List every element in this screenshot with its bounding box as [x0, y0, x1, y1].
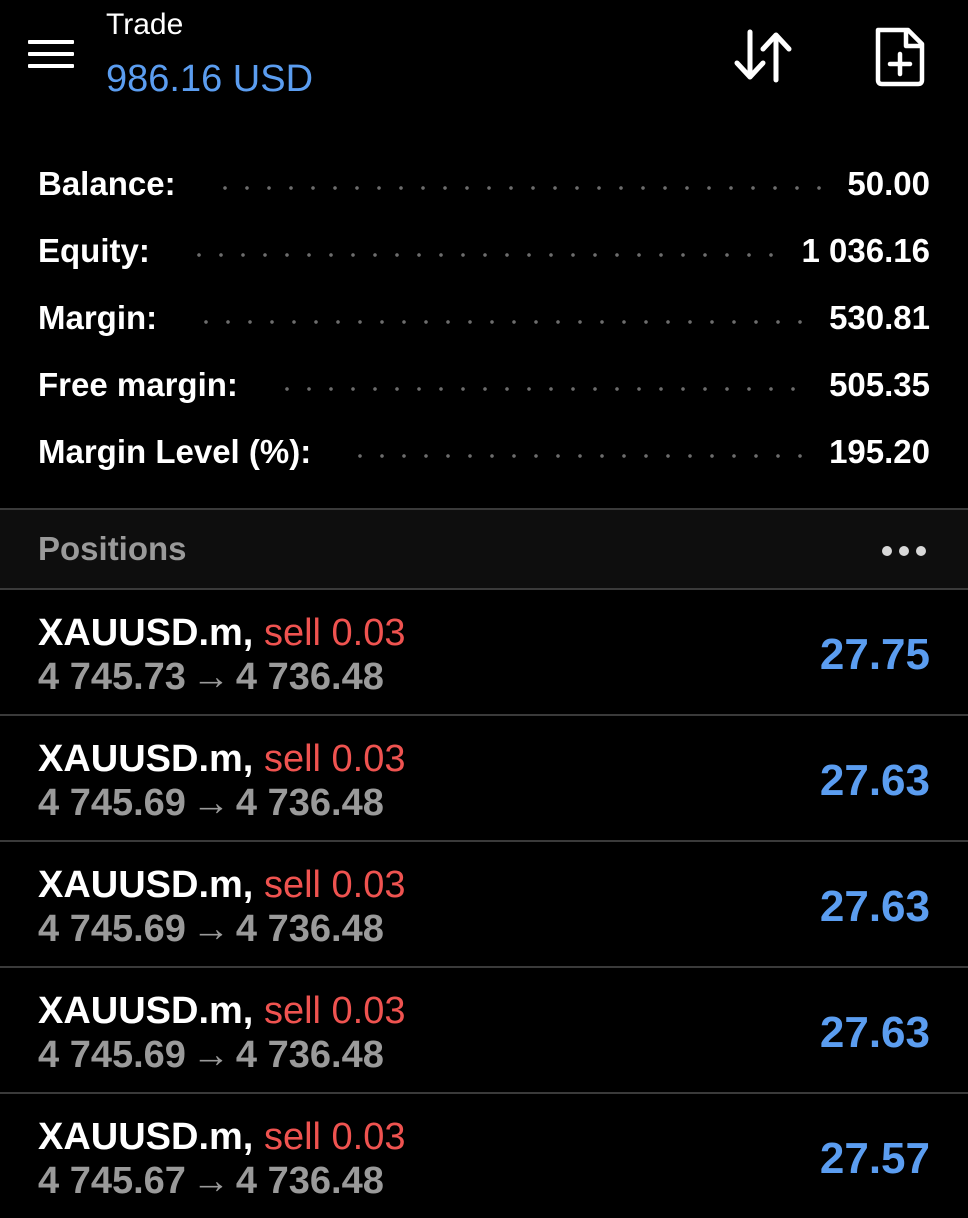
position-title-line: XAUUSD.m, sell 0.03	[38, 736, 405, 782]
position-price-line: 4 745.67 → 4 736.48	[38, 1158, 384, 1204]
summary-value: 505.35	[829, 365, 930, 403]
position-price-line: 4 745.73 → 4 736.48	[38, 654, 384, 700]
dotted-leader	[187, 252, 776, 257]
position-row[interactable]: XAUUSD.m, sell 0.03 4 745.67 → 4 736.48 27…	[0, 1092, 968, 1218]
position-profit: 27.75	[819, 630, 930, 679]
position-row[interactable]: XAUUSD.m, sell 0.03 4 745.69 → 4 736.48 27…	[0, 840, 968, 966]
summary-row-margin: Margin: 530.81	[0, 284, 968, 351]
current-price: 4 736.48	[235, 1160, 384, 1202]
summary-label: Margin:	[38, 298, 158, 336]
position-symbol: XAUUSD.m,	[38, 738, 254, 780]
positions-section-header: Positions	[0, 510, 968, 588]
current-price: 4 736.48	[235, 782, 384, 824]
position-profit: 27.57	[819, 1134, 930, 1183]
summary-value: 195.20	[829, 432, 930, 470]
dotted-leader	[195, 319, 804, 324]
document-plus-icon[interactable]	[870, 24, 930, 88]
dotted-leader	[349, 453, 804, 458]
position-title-line: XAUUSD.m, sell 0.03	[38, 862, 405, 908]
summary-value: 50.00	[847, 164, 930, 202]
position-profit: 27.63	[819, 882, 930, 931]
open-price: 4 745.73	[38, 656, 186, 698]
summary-row-margin-level: Margin Level (%): 195.20	[0, 418, 968, 485]
right-arrow-icon: →	[191, 1160, 230, 1202]
position-title-line: XAUUSD.m, sell 0.03	[38, 610, 405, 656]
positions-list: XAUUSD.m, sell 0.03 4 745.73 → 4 736.48 27…	[0, 588, 968, 1218]
positions-title: Positions	[38, 530, 187, 567]
open-price: 4 745.69	[38, 1034, 186, 1076]
position-profit: 27.63	[819, 756, 930, 805]
summary-label: Balance:	[38, 164, 176, 202]
open-price: 4 745.69	[38, 782, 186, 824]
position-symbol: XAUUSD.m,	[38, 612, 254, 654]
summary-value: 1 036.16	[801, 231, 930, 269]
summary-label: Free margin:	[38, 365, 238, 403]
more-dots-icon[interactable]	[882, 538, 930, 562]
position-title-line: XAUUSD.m, sell 0.03	[38, 1114, 405, 1160]
right-arrow-icon: →	[191, 782, 230, 824]
top-app-bar: Trade 986.16 USD	[0, 0, 968, 130]
position-price-line: 4 745.69 → 4 736.48	[38, 780, 384, 826]
position-symbol: XAUUSD.m,	[38, 1116, 254, 1158]
summary-row-balance: Balance: 50.00	[0, 150, 968, 217]
position-side-volume: sell 0.03	[263, 990, 406, 1032]
right-arrow-icon: →	[191, 908, 230, 950]
position-side-volume: sell 0.03	[263, 864, 406, 906]
right-arrow-icon: →	[191, 1034, 230, 1076]
summary-row-equity: Equity: 1 036.16	[0, 217, 968, 284]
account-summary: Balance: 50.00 Equity: 1 036.16 Margin: …	[0, 150, 968, 485]
dotted-leader	[213, 185, 822, 190]
position-side-volume: sell 0.03	[263, 612, 406, 654]
current-price: 4 736.48	[235, 656, 384, 698]
account-balance-display: 986.16 USD	[106, 58, 314, 100]
position-symbol: XAUUSD.m,	[38, 864, 254, 906]
position-price-line: 4 745.69 → 4 736.48	[38, 1032, 384, 1078]
position-title-line: XAUUSD.m, sell 0.03	[38, 988, 405, 1034]
position-row[interactable]: XAUUSD.m, sell 0.03 4 745.69 → 4 736.48 27…	[0, 714, 968, 840]
hamburger-menu-icon[interactable]	[26, 36, 76, 72]
position-row[interactable]: XAUUSD.m, sell 0.03 4 745.69 → 4 736.48 27…	[0, 966, 968, 1092]
current-price: 4 736.48	[235, 1034, 384, 1076]
summary-row-free-margin: Free margin: 505.35	[0, 351, 968, 418]
sort-arrows-icon[interactable]	[730, 26, 796, 86]
position-symbol: XAUUSD.m,	[38, 990, 254, 1032]
summary-value: 530.81	[829, 298, 930, 336]
position-side-volume: sell 0.03	[263, 1116, 406, 1158]
summary-label: Margin Level (%):	[38, 432, 312, 470]
position-price-line: 4 745.69 → 4 736.48	[38, 906, 384, 952]
open-price: 4 745.69	[38, 908, 186, 950]
position-side-volume: sell 0.03	[263, 738, 406, 780]
dotted-leader	[275, 386, 804, 391]
right-arrow-icon: →	[191, 656, 230, 698]
position-row[interactable]: XAUUSD.m, sell 0.03 4 745.73 → 4 736.48 27…	[0, 588, 968, 714]
page-title: Trade	[106, 8, 184, 41]
position-profit: 27.63	[819, 1008, 930, 1057]
summary-label: Equity:	[38, 231, 150, 269]
current-price: 4 736.48	[235, 908, 384, 950]
open-price: 4 745.67	[38, 1160, 186, 1202]
